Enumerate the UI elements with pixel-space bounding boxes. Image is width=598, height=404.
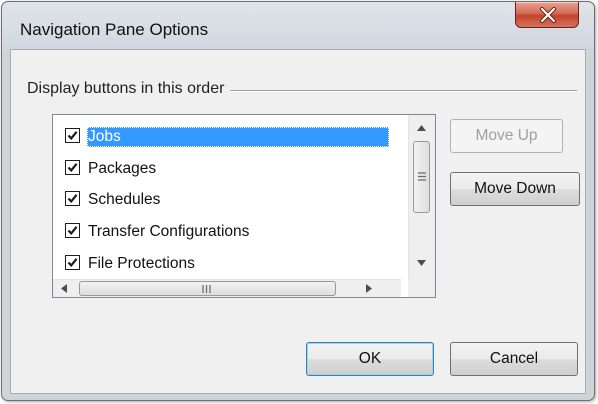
grip-icon [418,172,426,181]
move-down-button[interactable]: Move Down [450,172,580,206]
list-item-jobs[interactable]: Jobs [63,124,399,150]
list-item-transfer-configurations[interactable]: Transfer Configurations [63,219,399,245]
close-icon [540,7,556,23]
check-icon [67,194,78,204]
list-item-label: Transfer Configurations [88,223,250,240]
window-title: Navigation Pane Options [20,20,209,39]
list-items-area: Jobs Packages Schedules Transfer Configu… [53,115,401,280]
group-label: Display buttons in this order [27,80,231,98]
dialog-window: Navigation Pane Options Display buttons … [1,1,595,401]
list-item-schedules[interactable]: Schedules [63,187,399,213]
list-item-packages[interactable]: Packages [63,156,399,182]
grip-icon [202,285,211,293]
check-icon [67,131,78,141]
scroll-down-arrow-icon[interactable] [417,260,426,266]
list-item-label: Schedules [88,191,161,208]
ok-button[interactable]: OK [306,342,434,376]
vertical-scrollbar[interactable] [408,115,435,280]
scroll-up-arrow-icon[interactable] [417,125,426,131]
list-item-file-protections[interactable]: File Protections [63,251,399,277]
scroll-left-arrow-icon[interactable] [61,284,67,293]
button-order-list[interactable]: Jobs Packages Schedules Transfer Configu… [52,114,436,298]
dialog-body: Display buttons in this order Jobs Packa… [10,49,586,394]
checkbox-jobs[interactable] [65,128,80,143]
title-bar[interactable]: Navigation Pane Options [2,2,594,48]
list-item-label: File Protections [88,255,195,272]
checkbox-packages[interactable] [65,160,80,175]
horizontal-scrollbar[interactable] [53,279,401,297]
check-icon [67,163,78,173]
scroll-right-arrow-icon[interactable] [366,284,372,293]
checkbox-transfer-configurations[interactable] [65,223,80,238]
scrollbar-corner [408,279,435,297]
checkbox-file-protections[interactable] [65,255,80,270]
checkbox-schedules[interactable] [65,191,80,206]
horizontal-scroll-thumb[interactable] [79,281,336,296]
move-up-button[interactable]: Move Up [450,119,563,153]
list-item-label: Jobs [87,127,389,147]
check-icon [67,258,78,268]
check-icon [67,226,78,236]
vertical-scroll-thumb[interactable] [413,141,430,213]
cancel-button[interactable]: Cancel [450,342,578,376]
close-button[interactable] [515,2,579,28]
list-item-label: Packages [88,160,157,177]
